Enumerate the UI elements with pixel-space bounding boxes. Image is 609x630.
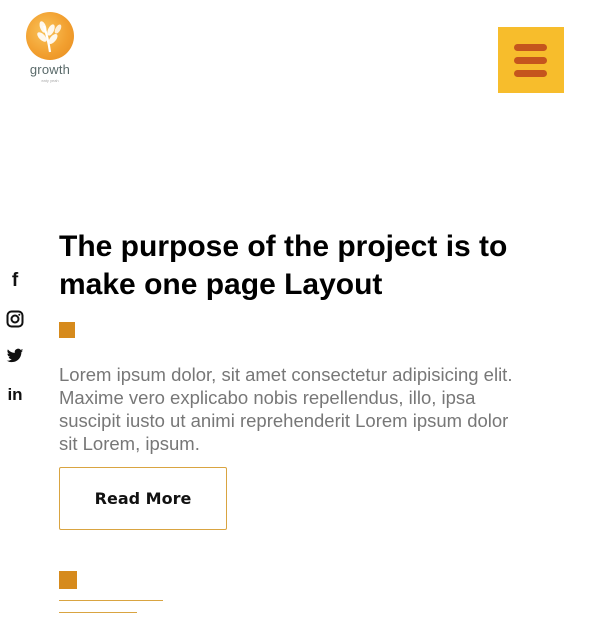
logo[interactable]: growth eaty yeah xyxy=(22,12,78,83)
twitter-icon[interactable] xyxy=(4,345,26,367)
hero-headline: The purpose of the project is to make on… xyxy=(59,230,508,301)
wheat-logo-icon xyxy=(26,12,74,60)
divider-line xyxy=(59,600,163,601)
logo-tagline: eaty yeah xyxy=(41,78,59,83)
linkedin-glyph: in xyxy=(7,385,23,404)
facebook-glyph: f xyxy=(11,270,19,291)
accent-square-bottom xyxy=(59,571,77,589)
facebook-icon[interactable]: f xyxy=(4,270,26,292)
accent-square xyxy=(59,322,75,338)
divider-line-short xyxy=(59,612,137,613)
hero-body: Lorem ipsum dolor, sit amet consectetur … xyxy=(59,364,513,454)
read-more-button[interactable]: Read More xyxy=(59,467,227,530)
menu-button[interactable] xyxy=(498,27,564,93)
linkedin-icon[interactable]: in xyxy=(4,384,26,406)
instagram-icon[interactable] xyxy=(4,308,26,330)
logo-text: growth xyxy=(29,62,71,77)
